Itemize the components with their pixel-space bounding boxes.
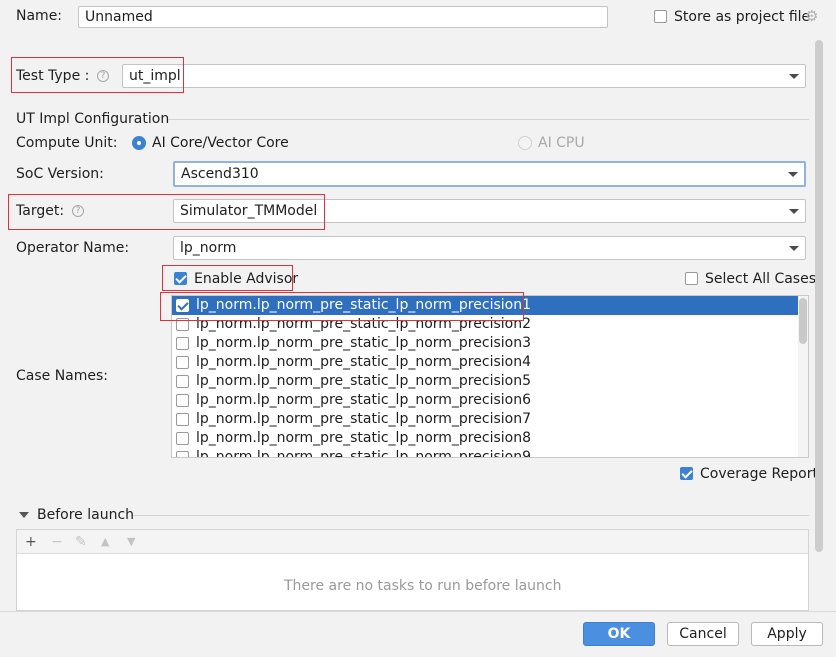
section-title: UT Impl Configuration [16, 111, 170, 127]
case-checkbox[interactable] [176, 432, 189, 445]
chevron-down-icon [789, 209, 799, 214]
operator-name-value: lp_norm [180, 240, 237, 256]
radio-ai-core-label: AI Core/Vector Core [152, 135, 289, 151]
before-launch-separator [133, 515, 809, 516]
case-checkbox[interactable] [176, 299, 189, 312]
compute-unit-label: Compute Unit: [16, 135, 118, 151]
radio-ai-cpu [518, 136, 532, 150]
cancel-button[interactable]: Cancel [667, 622, 739, 646]
store-as-project-label: Store as project file [674, 9, 811, 25]
operator-name-label: Operator Name: [16, 240, 130, 256]
coverage-report-label: Coverage Report [700, 466, 818, 482]
case-name: lp_norm.lp_norm_pre_static_lp_norm_preci… [196, 392, 531, 408]
case-row[interactable]: lp_norm.lp_norm_pre_static_lp_norm_preci… [172, 353, 798, 372]
coverage-report-checkbox[interactable] [680, 467, 693, 480]
case-row[interactable]: lp_norm.lp_norm_pre_static_lp_norm_preci… [172, 334, 798, 353]
name-label: Name: [16, 8, 63, 24]
enable-advisor-label: Enable Advisor [194, 271, 299, 287]
chevron-down-icon [789, 246, 799, 251]
case-checkbox[interactable] [176, 337, 189, 350]
section-separator [168, 119, 809, 120]
case-checkbox[interactable] [176, 356, 189, 369]
move-down-icon[interactable]: ▼ [127, 533, 135, 551]
case-checkbox[interactable] [176, 394, 189, 407]
store-as-project-checkbox[interactable] [654, 10, 667, 23]
chevron-down-icon [788, 172, 798, 177]
case-name: lp_norm.lp_norm_pre_static_lp_norm_preci… [196, 430, 531, 446]
name-input[interactable]: Unnamed [78, 6, 608, 28]
soc-version-label: SoC Version: [16, 166, 104, 182]
remove-icon[interactable]: − [51, 533, 63, 551]
collapse-triangle-icon[interactable] [19, 512, 29, 518]
case-names-label: Case Names: [16, 368, 109, 384]
apply-button[interactable]: Apply [751, 622, 823, 646]
move-up-icon[interactable]: ▲ [101, 533, 109, 551]
select-all-cases-checkbox[interactable] [685, 272, 698, 285]
case-row[interactable]: lp_norm.lp_norm_pre_static_lp_norm_preci… [172, 372, 798, 391]
target-value: Simulator_TMModel [180, 203, 318, 219]
target-label: Target: [16, 203, 65, 219]
case-row[interactable]: lp_norm.lp_norm_pre_static_lp_norm_preci… [172, 429, 798, 448]
case-list-scrollbar-thumb[interactable] [799, 298, 807, 344]
test-type-help-icon[interactable]: ? [97, 70, 109, 82]
before-launch-toolbar: + − ✎ ▲ ▼ [17, 530, 808, 554]
soc-version-combo[interactable]: Ascend310 [173, 161, 806, 187]
case-name: lp_norm.lp_norm_pre_static_lp_norm_preci… [196, 297, 531, 313]
operator-name-combo[interactable]: lp_norm [173, 236, 806, 260]
edit-icon[interactable]: ✎ [75, 533, 87, 551]
case-row[interactable]: lp_norm.lp_norm_pre_static_lp_norm_preci… [172, 410, 798, 429]
target-help-icon[interactable]: ? [72, 205, 84, 217]
target-combo[interactable]: Simulator_TMModel [173, 199, 806, 223]
select-all-cases-label: Select All Cases [705, 271, 817, 287]
before-launch-panel: + − ✎ ▲ ▼ There are no tasks to run befo… [16, 529, 809, 611]
case-name: lp_norm.lp_norm_pre_static_lp_norm_preci… [196, 373, 531, 389]
case-row[interactable]: lp_norm.lp_norm_pre_static_lp_norm_preci… [172, 296, 798, 315]
case-name: lp_norm.lp_norm_pre_static_lp_norm_preci… [196, 411, 531, 427]
case-name: lp_norm.lp_norm_pre_static_lp_norm_preci… [196, 354, 531, 370]
case-row[interactable]: lp_norm.lp_norm_pre_static_lp_norm_preci… [172, 391, 798, 410]
add-icon[interactable]: + [25, 533, 37, 551]
case-list[interactable]: lp_norm.lp_norm_pre_static_lp_norm_preci… [171, 295, 809, 458]
test-type-label: Test Type : [16, 68, 90, 84]
test-type-combo[interactable]: ut_impl [122, 64, 806, 88]
soc-version-value: Ascend310 [181, 166, 259, 182]
case-name: lp_norm.lp_norm_pre_static_lp_norm_preci… [196, 335, 531, 351]
case-name: lp_norm.lp_norm_pre_static_lp_norm_preci… [196, 449, 531, 458]
before-launch-title: Before launch [37, 507, 135, 523]
case-row[interactable]: lp_norm.lp_norm_pre_static_lp_norm_preci… [172, 315, 798, 334]
enable-advisor-checkbox[interactable] [174, 272, 187, 285]
case-name: lp_norm.lp_norm_pre_static_lp_norm_preci… [196, 316, 531, 332]
ok-button[interactable]: OK [583, 622, 655, 646]
test-type-value: ut_impl [129, 68, 181, 84]
case-checkbox[interactable] [176, 413, 189, 426]
dialog-scrollbar-thumb[interactable] [815, 40, 823, 552]
radio-ai-core[interactable] [132, 136, 146, 150]
case-list-scrollbar-track[interactable] [798, 296, 808, 457]
case-row[interactable]: lp_norm.lp_norm_pre_static_lp_norm_preci… [172, 448, 798, 458]
case-checkbox[interactable] [176, 318, 189, 331]
case-checkbox[interactable] [176, 375, 189, 388]
chevron-down-icon [789, 74, 799, 79]
gear-icon[interactable]: ⚙ [805, 6, 821, 26]
case-checkbox[interactable] [176, 451, 189, 457]
empty-tasks-text: There are no tasks to run before launch [284, 578, 562, 594]
radio-ai-cpu-label: AI CPU [538, 135, 585, 151]
